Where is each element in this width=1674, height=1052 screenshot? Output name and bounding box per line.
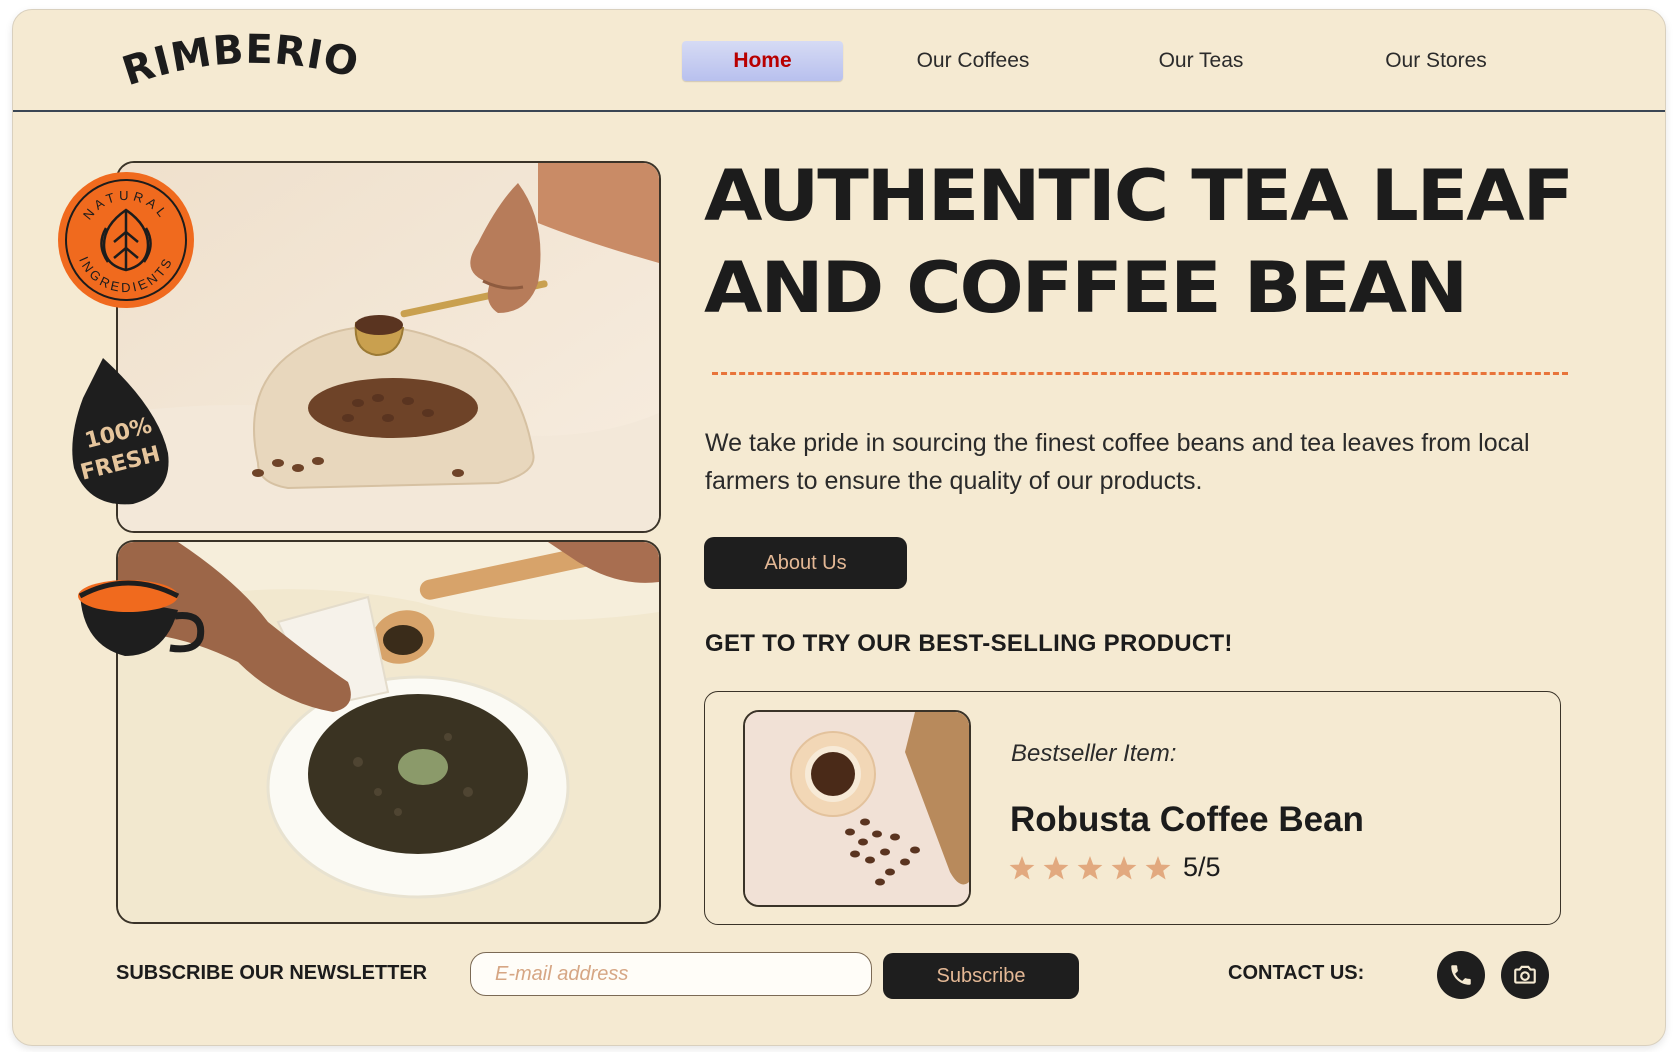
natural-ingredients-badge: NATURAL INGREDIENTS <box>58 172 194 308</box>
hero-title-line1: AUTHENTIC TEA LEAF <box>704 155 1574 237</box>
about-us-button[interactable]: About Us <box>704 537 907 589</box>
camera-icon[interactable] <box>1501 951 1549 999</box>
svg-text:RIMBERIO: RIMBERIO <box>118 27 364 94</box>
contact-label: CONTACT US: <box>1228 962 1365 984</box>
rating-value: 5/5 <box>1183 852 1221 882</box>
bestseller-card[interactable]: Bestseller Item: Robusta Coffee Bean 5/5 <box>704 691 1561 925</box>
brand-logo[interactable]: RIMBERIO <box>118 24 378 94</box>
star-icon <box>1077 856 1103 880</box>
hero-description: We take pride in sourcing the finest cof… <box>705 429 1530 495</box>
phone-icon[interactable] <box>1437 951 1485 999</box>
nav-our-stores[interactable]: Our Stores <box>1361 41 1511 81</box>
bestseller-label: Bestseller Item: <box>1011 740 1177 767</box>
dashed-divider <box>712 372 1568 375</box>
star-icon <box>1009 856 1035 880</box>
nav-home[interactable]: Home <box>682 41 843 81</box>
coffee-scoop-photo <box>116 161 661 533</box>
star-icon <box>1111 856 1137 880</box>
page-frame: RIMBERIO Home Our Coffees Our Teas Our S… <box>12 9 1666 1046</box>
newsletter-label: SUBSCRIBE OUR NEWSLETTER <box>116 962 428 984</box>
top-navbar: RIMBERIO Home Our Coffees Our Teas Our S… <box>13 10 1665 112</box>
bestseller-heading: GET TO TRY OUR BEST-SELLING PRODUCT! <box>705 630 1233 657</box>
product-image <box>743 710 971 907</box>
email-input[interactable] <box>470 952 872 996</box>
product-name[interactable]: Robusta Coffee Bean <box>1010 800 1364 840</box>
logo-text: RIMBERIO <box>118 27 363 94</box>
rating-stars <box>1009 856 1171 880</box>
star-icon <box>1145 856 1171 880</box>
subscribe-button[interactable]: Subscribe <box>883 953 1079 999</box>
nav-our-teas[interactable]: Our Teas <box>1131 41 1271 81</box>
fresh-drop-badge: 100% FRESH <box>72 358 169 505</box>
hero-title-line2: AND COFFEE BEAN <box>704 247 1468 329</box>
cup-icon <box>78 580 205 656</box>
hero-title: AUTHENTIC TEA LEAF AND COFFEE BEAN <box>704 150 1665 334</box>
nav-our-coffees[interactable]: Our Coffees <box>893 41 1053 81</box>
star-icon <box>1043 856 1069 880</box>
